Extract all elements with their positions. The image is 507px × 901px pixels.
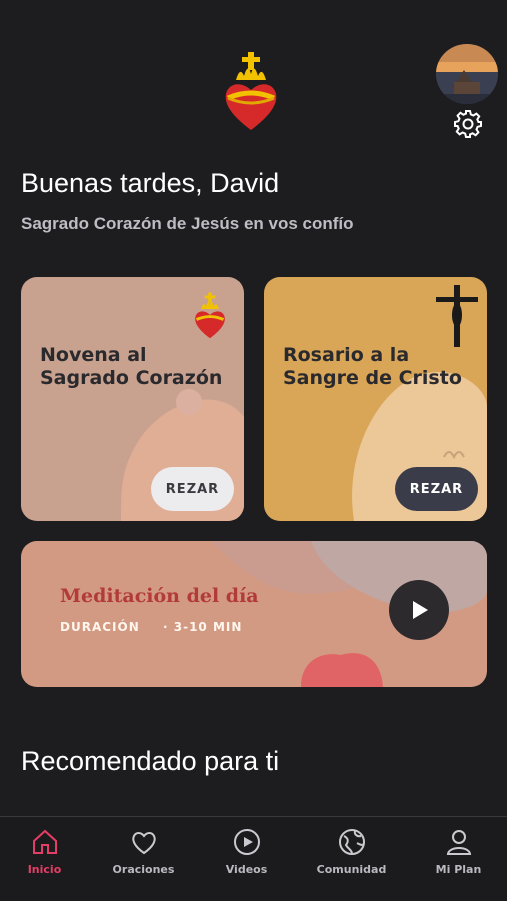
- play-button[interactable]: [389, 580, 449, 640]
- nav-videos[interactable]: Videos: [196, 827, 297, 876]
- nav-mi-plan[interactable]: Mi Plan: [408, 827, 507, 876]
- greeting: Buenas tardes, David: [21, 168, 280, 198]
- avatar[interactable]: [436, 44, 498, 104]
- globe-icon: [338, 829, 365, 855]
- play-circle-icon: [233, 829, 260, 855]
- duration-label: DURACIÓN: [60, 620, 140, 634]
- recommended-title: Recomendado para ti: [21, 746, 280, 776]
- crucifix-icon: [436, 285, 478, 347]
- novena-title: Novena al Sagrado Corazón: [40, 344, 223, 389]
- subtitle: Sagrado Corazón de Jesús en vos confío: [21, 214, 354, 233]
- nav-oraciones[interactable]: Oraciones: [93, 827, 194, 876]
- nav-label: Comunidad: [316, 863, 387, 876]
- duration-value: · 3-10 MIN: [163, 620, 243, 634]
- nav-inicio[interactable]: Inicio: [0, 827, 95, 876]
- novena-card[interactable]: Novena al Sagrado Corazón REZAR: [21, 277, 244, 521]
- nav-label: Mi Plan: [435, 863, 482, 876]
- nav-comunidad[interactable]: Comunidad: [301, 827, 402, 876]
- play-icon: [413, 601, 428, 619]
- nav-label: Videos: [225, 863, 268, 876]
- user-icon: [446, 830, 471, 855]
- rosario-card[interactable]: Rosario a la Sangre de Cristo REZAR: [264, 277, 487, 521]
- meditation-title: Meditación del día: [60, 585, 259, 607]
- nav-label: Inicio: [27, 863, 62, 876]
- nav-label: Oraciones: [112, 863, 175, 876]
- rosario-title: Rosario a la Sangre de Cristo: [283, 344, 462, 389]
- home-icon: [32, 829, 57, 854]
- meditation-card[interactable]: Meditación del día DURACIÓN · 3-10 MIN: [21, 541, 487, 687]
- heart-icon: [131, 832, 156, 855]
- gear-icon[interactable]: [452, 108, 484, 140]
- sacred-heart-icon: [193, 291, 227, 341]
- novena-rezar-button[interactable]: REZAR: [151, 467, 234, 511]
- rosario-rezar-button[interactable]: REZAR: [395, 467, 478, 511]
- bottom-nav: Inicio Oraciones Videos Comunidad Mi Pla…: [0, 816, 507, 901]
- sacred-heart-logo: [222, 50, 280, 134]
